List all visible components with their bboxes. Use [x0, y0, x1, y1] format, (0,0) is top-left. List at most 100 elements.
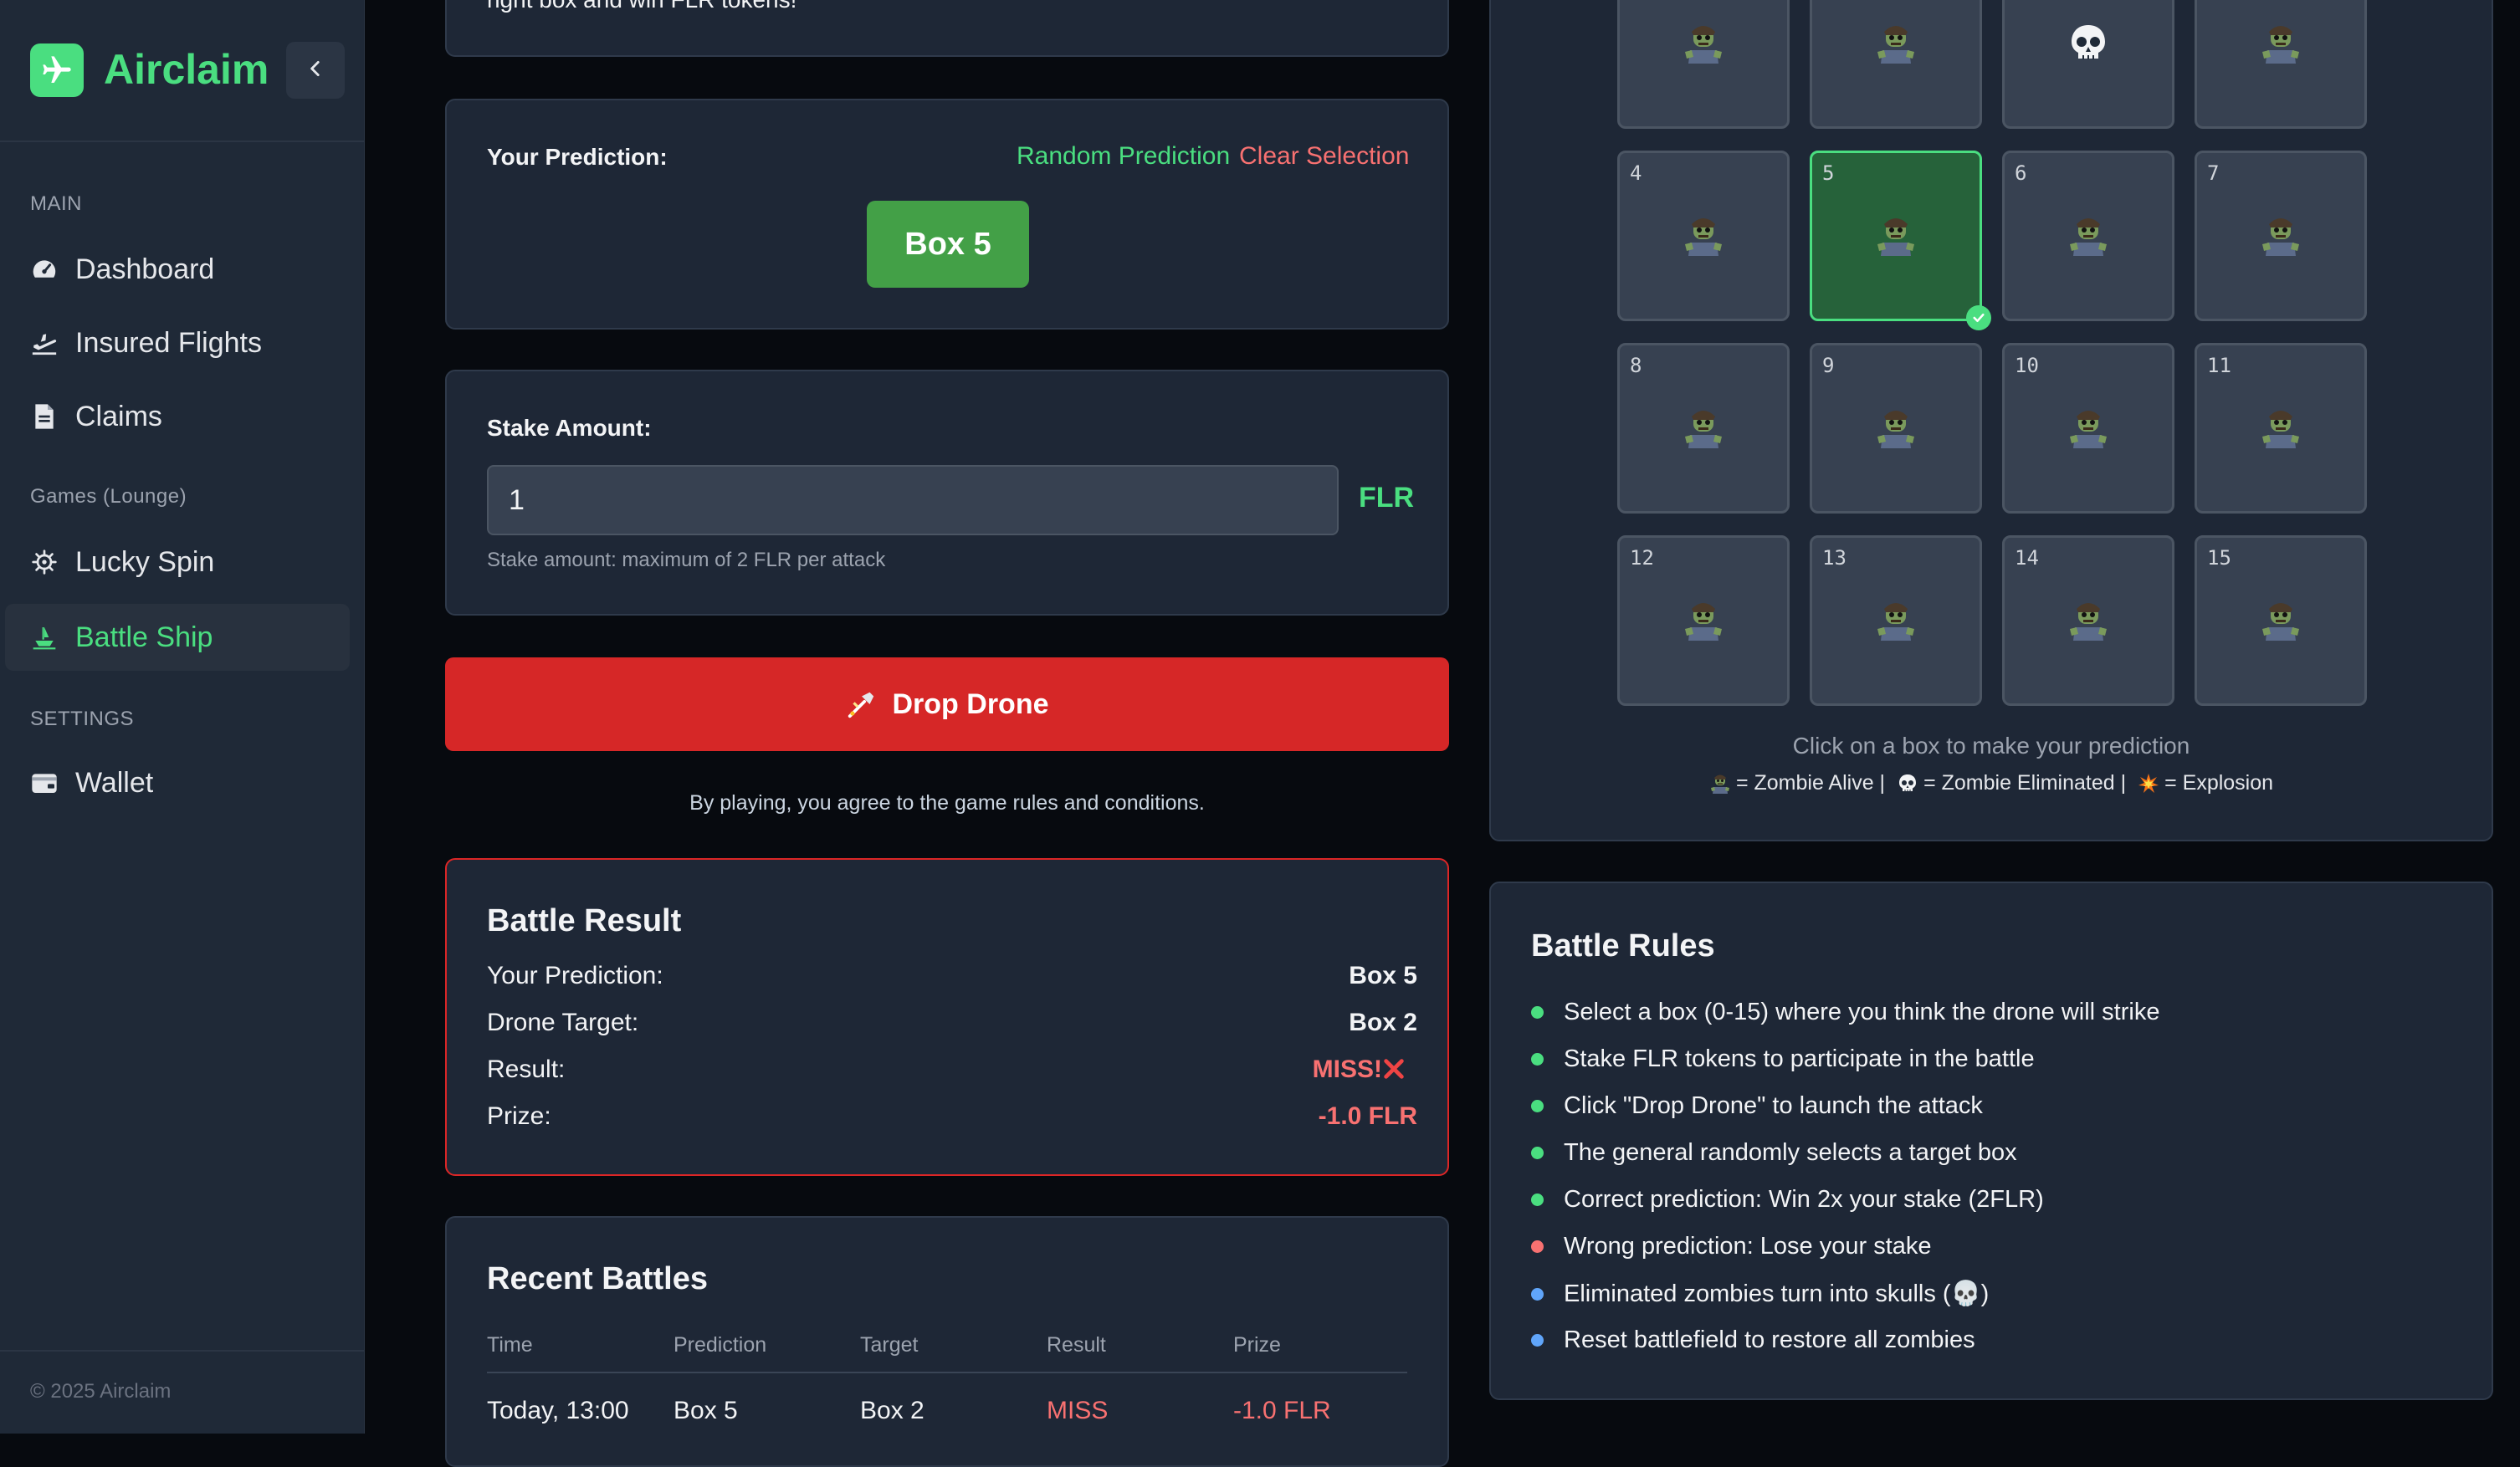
grid-cell[interactable]	[2195, 0, 2367, 129]
drone-icon	[846, 688, 878, 720]
stake-input[interactable]	[487, 465, 1339, 535]
cell-number: 8	[1630, 354, 1642, 377]
random-prediction-link[interactable]: Random Prediction	[1017, 142, 1230, 171]
grid-cell[interactable]: 6	[2002, 151, 2174, 321]
zombie-icon	[2067, 599, 2110, 642]
rule-text: Wrong prediction: Lose your stake	[1564, 1233, 1932, 1260]
grid-cell[interactable]: 7	[2195, 151, 2367, 321]
column-header: Target	[860, 1333, 919, 1357]
zombie-icon	[2259, 599, 2302, 642]
result-row-label: Your Prediction:	[487, 962, 663, 989]
zombie-icon	[1874, 22, 1918, 65]
result-row-value: Box 2	[1349, 1009, 1417, 1036]
grid-cell[interactable]: 9	[1810, 343, 1982, 514]
legend-alive: = Zombie Alive |	[1735, 771, 1886, 795]
bullet-icon	[1531, 1240, 1544, 1253]
rule-text: Click "Drop Drone" to launch the attack	[1564, 1092, 1983, 1119]
divider	[0, 1350, 365, 1352]
document-icon	[30, 402, 59, 431]
grid-cell[interactable]: 10	[2002, 343, 2174, 514]
zombie-icon	[2259, 214, 2302, 258]
sidebar-item-insured-flights[interactable]: Insured Flights	[5, 309, 350, 376]
legend-eliminated: = Zombie Eliminated |	[1923, 771, 2127, 795]
prediction-label: Your Prediction:	[487, 144, 668, 170]
section-title-settings: SETTINGS	[30, 708, 135, 730]
cross-icon	[1380, 1056, 1409, 1084]
bullet-icon	[1531, 1100, 1544, 1112]
bullet-icon	[1531, 1006, 1544, 1019]
grid-cell[interactable]: 11	[2195, 343, 2367, 514]
rule-text: Reset battlefield to restore all zombies	[1564, 1326, 1975, 1353]
cell-number: 15	[2207, 546, 2231, 570]
grid-cell[interactable]: 14	[2002, 535, 2174, 706]
cell-number: 11	[2207, 354, 2231, 377]
table-cell: -1.0 FLR	[1233, 1397, 1331, 1424]
column-header: Prize	[1233, 1333, 1281, 1357]
zombie-icon	[1682, 599, 1725, 642]
grid-cell[interactable]	[1617, 0, 1790, 129]
result-row-value: -1.0 FLR	[1318, 1102, 1417, 1130]
rule-item: The general randomly selects a target bo…	[1531, 1139, 2017, 1167]
table-cell: Today, 13:00	[487, 1397, 629, 1424]
result-row-value: Box 5	[1349, 962, 1417, 989]
grid-cell[interactable]: 4	[1617, 151, 1790, 321]
grid-cell[interactable]: 15	[2195, 535, 2367, 706]
grid-cell[interactable]: 5	[1810, 151, 1991, 330]
rule-text: The general randomly selects a target bo…	[1564, 1139, 2017, 1166]
gauge-icon	[30, 255, 59, 284]
currency-label: FLR	[1359, 482, 1415, 514]
agreement-text: By playing, you agree to the game rules …	[689, 791, 1205, 815]
drop-drone-button[interactable]: Drop Drone	[445, 657, 1449, 751]
sidebar-item-claims[interactable]: Claims	[5, 383, 350, 450]
zombie-icon	[1709, 771, 1731, 795]
divider	[0, 141, 365, 142]
sidebar-item-battle-ship[interactable]: Battle Ship	[5, 604, 350, 671]
table-cell: Box 2	[860, 1397, 925, 1424]
section-title-games: Games (Lounge)	[30, 485, 187, 508]
check-icon	[1966, 305, 1991, 330]
cell-number: 14	[2015, 546, 2039, 570]
sidebar-item-wallet[interactable]: Wallet	[5, 749, 350, 816]
logo-icon[interactable]	[30, 43, 84, 97]
sidebar-item-label: Insured Flights	[75, 326, 262, 359]
sidebar-item-lucky-spin[interactable]: Lucky Spin	[5, 529, 350, 595]
grid-cell[interactable]	[1810, 0, 1982, 129]
recent-battles-title: Recent Battles	[487, 1261, 708, 1296]
rule-item: Correct prediction: Win 2x your stake (2…	[1531, 1186, 2044, 1214]
grid-hint: Click on a box to make your prediction	[1792, 733, 2190, 759]
grid-cell[interactable]: 12	[1617, 535, 1790, 706]
wallet-icon	[30, 769, 59, 797]
cell-number: 10	[2015, 354, 2039, 377]
zombie-icon	[2259, 22, 2302, 65]
grid-cell[interactable]: 8	[1617, 343, 1790, 514]
cell-number: 5	[1822, 161, 1835, 185]
zombie-icon	[2067, 406, 2110, 450]
collapse-sidebar-button[interactable]	[286, 42, 345, 99]
intro-text: right box and win FLR tokens!	[487, 0, 796, 13]
grid-cell[interactable]: 13	[1810, 535, 1982, 706]
grid-cell[interactable]	[2002, 0, 2174, 129]
sidebar-item-dashboard[interactable]: Dashboard	[5, 236, 350, 303]
sidebar-item-label: Claims	[75, 400, 162, 432]
rule-item: Click "Drop Drone" to launch the attack	[1531, 1092, 1983, 1120]
helm-wheel-icon	[30, 548, 59, 576]
zombie-icon	[1682, 214, 1725, 258]
clear-selection-link[interactable]: Clear Selection	[1239, 142, 1409, 171]
bullet-icon	[1531, 1334, 1544, 1347]
rule-item: Select a box (0-15) where you think the …	[1531, 999, 2159, 1026]
cell-number: 6	[2015, 161, 2027, 185]
zombie-icon	[1874, 599, 1918, 642]
zombie-icon	[2259, 406, 2302, 450]
brand-name[interactable]: Airclaim	[104, 42, 269, 97]
rule-item: Wrong prediction: Lose your stake	[1531, 1233, 1932, 1260]
result-row-value: MISS!	[1312, 1056, 1382, 1083]
zombie-icon	[2067, 214, 2110, 258]
cell-number: 7	[2207, 161, 2220, 185]
bullet-icon	[1531, 1287, 1544, 1301]
result-row-label: Prize:	[487, 1102, 551, 1130]
copyright: © 2025 Airclaim	[30, 1380, 172, 1403]
sidebar-item-label: Wallet	[75, 766, 154, 799]
rule-text: Eliminated zombies turn into skulls (💀)	[1564, 1280, 1990, 1307]
result-row-label: Drone Target:	[487, 1009, 639, 1036]
chevron-left-icon	[305, 58, 326, 84]
